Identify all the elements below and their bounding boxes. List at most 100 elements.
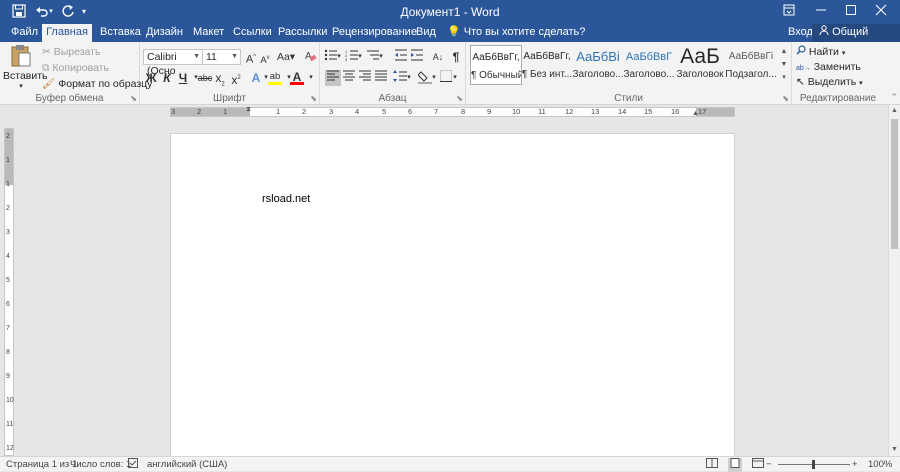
scroll-up-icon[interactable]: ▲	[889, 105, 900, 117]
scroll-thumb[interactable]	[891, 119, 898, 249]
select-button[interactable]: ↖ Выделить ▾	[796, 75, 863, 91]
tab-layout[interactable]: Макет	[186, 24, 231, 42]
print-layout-icon[interactable]	[728, 458, 742, 472]
styles-more-icon[interactable]: ▾	[779, 71, 789, 84]
paste-dropdown-icon[interactable]: ▾	[3, 82, 39, 91]
justify-icon[interactable]	[373, 70, 389, 86]
style-normal[interactable]: АаБбВвГг, ¶ Обычный	[470, 45, 522, 85]
ruler-label: 8	[461, 107, 466, 116]
replace-button[interactable]: ab→ Заменить	[796, 60, 861, 76]
align-left-icon[interactable]	[325, 70, 341, 86]
redo-icon[interactable]	[59, 4, 77, 20]
italic-button[interactable]: К	[159, 70, 175, 86]
ribbon-display-icon[interactable]	[780, 4, 798, 20]
vertical-ruler[interactable]: 2 1 1 2 3 4 5 6 7 8 9 10 11 12	[4, 128, 14, 456]
vruler-label: 2	[6, 133, 10, 140]
decrease-indent-icon[interactable]	[393, 49, 409, 65]
page-count[interactable]: Страница 1 из 1	[6, 458, 77, 471]
font-color-dropdown-icon[interactable]: ▾	[303, 70, 319, 86]
minimize-icon[interactable]	[812, 4, 830, 20]
borders-dropdown-icon[interactable]: ▾	[451, 70, 459, 86]
save-icon[interactable]	[10, 4, 28, 20]
style-subtitle[interactable]: АаБбВвГі Подзагол...	[725, 45, 777, 85]
numbering-dropdown-icon[interactable]: ▾	[356, 49, 364, 65]
person-icon	[819, 25, 832, 38]
multilevel-dropdown-icon[interactable]: ▾	[377, 49, 385, 65]
copy-button[interactable]: ⧉ Копировать	[42, 61, 109, 75]
word-count[interactable]: Число слов: 1	[70, 458, 131, 471]
strikethrough-button[interactable]: abc	[197, 70, 213, 86]
styles-launcher-icon[interactable]: ⬊	[782, 94, 789, 103]
chevron-down-icon[interactable]: ▾	[79, 4, 89, 20]
tab-file[interactable]: Файл	[4, 24, 45, 42]
highlighter-icon: ab	[269, 71, 281, 82]
horizontal-ruler-bar: 3 2 1 1 2 3 4 5 6 7 8 9 10 11 12 13 14 1…	[0, 105, 900, 119]
style-no-spacing[interactable]: АаБбВвГг, ¶ Без инт...	[521, 45, 573, 85]
ruler-label: 4	[355, 107, 360, 116]
share-button[interactable]: Общий доступ	[812, 24, 900, 55]
sort-icon[interactable]: A↓	[430, 49, 446, 65]
ruler-label: 3	[171, 107, 176, 116]
shading-dropdown-icon[interactable]: ▾	[430, 70, 438, 86]
bold-button[interactable]: Ж	[143, 70, 159, 86]
paragraph-launcher-icon[interactable]: ⬊	[456, 94, 463, 103]
font-name-dropdown[interactable]: Calibri (Осно ▼	[143, 49, 203, 77]
brush-icon: 🖌	[42, 78, 56, 90]
scroll-up-icon[interactable]: ▲	[779, 45, 789, 58]
style-title[interactable]: АаБ Заголовок	[674, 45, 726, 85]
clear-formatting-icon[interactable]: A	[302, 49, 318, 65]
superscript-button[interactable]: x2	[228, 70, 244, 87]
paste-button[interactable]: Вставить ▾	[3, 44, 48, 91]
chevron-down-icon: ▼	[193, 53, 200, 60]
right-indent-marker-icon[interactable]: ▲	[692, 110, 699, 117]
clipboard-launcher-icon[interactable]: ⬊	[130, 94, 137, 103]
font-launcher-icon[interactable]: ⬊	[310, 94, 317, 103]
read-mode-icon[interactable]	[706, 458, 718, 472]
zoom-slider[interactable]	[778, 460, 850, 469]
tab-design[interactable]: Дизайн	[139, 24, 190, 42]
document-page[interactable]: rsload.net	[171, 134, 734, 457]
increase-indent-icon[interactable]	[409, 49, 425, 65]
close-icon[interactable]	[872, 4, 890, 20]
line-spacing-dropdown-icon[interactable]: ▾	[405, 70, 413, 86]
ruler-label: 3	[329, 107, 334, 116]
align-right-icon[interactable]	[357, 70, 373, 86]
change-case-icon[interactable]: Aa▾	[276, 49, 296, 65]
clipboard-group: Вставить ▾ ✂ Вырезать ⧉ Копировать 🖌 Фор…	[0, 42, 152, 105]
scroll-down-icon[interactable]: ▼	[779, 58, 789, 71]
styles-scroll[interactable]: ▲ ▼ ▾	[779, 45, 789, 85]
indent-marker-icon[interactable]: ⧗	[246, 106, 251, 114]
tell-me-box[interactable]: 💡 Что вы хотите сделать?	[440, 24, 592, 42]
language-indicator[interactable]: английский (США)	[147, 458, 227, 471]
align-center-icon[interactable]	[341, 70, 357, 86]
subscript-button[interactable]: x2	[212, 70, 228, 87]
style-name: Заголовок	[676, 69, 724, 80]
scroll-down-icon[interactable]: ▼	[889, 444, 900, 456]
shrink-font-icon[interactable]: Av	[257, 50, 273, 66]
vertical-scrollbar[interactable]: ▲ ▼	[888, 105, 900, 456]
style-heading-2[interactable]: АаБбВвГ Заголово...	[623, 45, 675, 85]
cursor-icon: ↖	[796, 76, 805, 88]
bullets-dropdown-icon[interactable]: ▾	[335, 49, 343, 65]
format-painter-button[interactable]: 🖌 Формат по образцу	[42, 77, 152, 91]
proofing-icon[interactable]	[128, 458, 138, 472]
document-body-text[interactable]: rsload.net	[262, 193, 310, 205]
maximize-icon[interactable]	[842, 4, 860, 20]
style-heading-1[interactable]: АаБбВі Заголово...	[572, 45, 624, 85]
find-button[interactable]: Найти ▾	[796, 45, 845, 61]
vruler-label: 3	[6, 229, 10, 236]
horizontal-ruler[interactable]: 3 2 1 1 2 3 4 5 6 7 8 9 10 11 12 13 14 1…	[170, 106, 735, 117]
web-layout-icon[interactable]	[752, 458, 764, 472]
zoom-slider-thumb[interactable]	[812, 460, 815, 469]
zoom-level[interactable]: 100%	[868, 458, 892, 471]
undo-dropdown-icon[interactable]: ▾	[47, 4, 55, 20]
show-marks-button[interactable]: ¶	[448, 49, 464, 65]
font-size-dropdown[interactable]: 11 ▼	[202, 49, 241, 65]
lightbulb-icon: 💡	[447, 26, 461, 38]
zoom-out-button[interactable]: −	[766, 458, 772, 471]
tab-home[interactable]: Главная	[42, 24, 92, 42]
tab-view[interactable]: Вид	[409, 24, 443, 42]
cut-button[interactable]: ✂ Вырезать	[42, 45, 100, 59]
zoom-in-button[interactable]: +	[852, 458, 858, 471]
collapse-ribbon-icon[interactable]: ⌃	[890, 92, 898, 103]
